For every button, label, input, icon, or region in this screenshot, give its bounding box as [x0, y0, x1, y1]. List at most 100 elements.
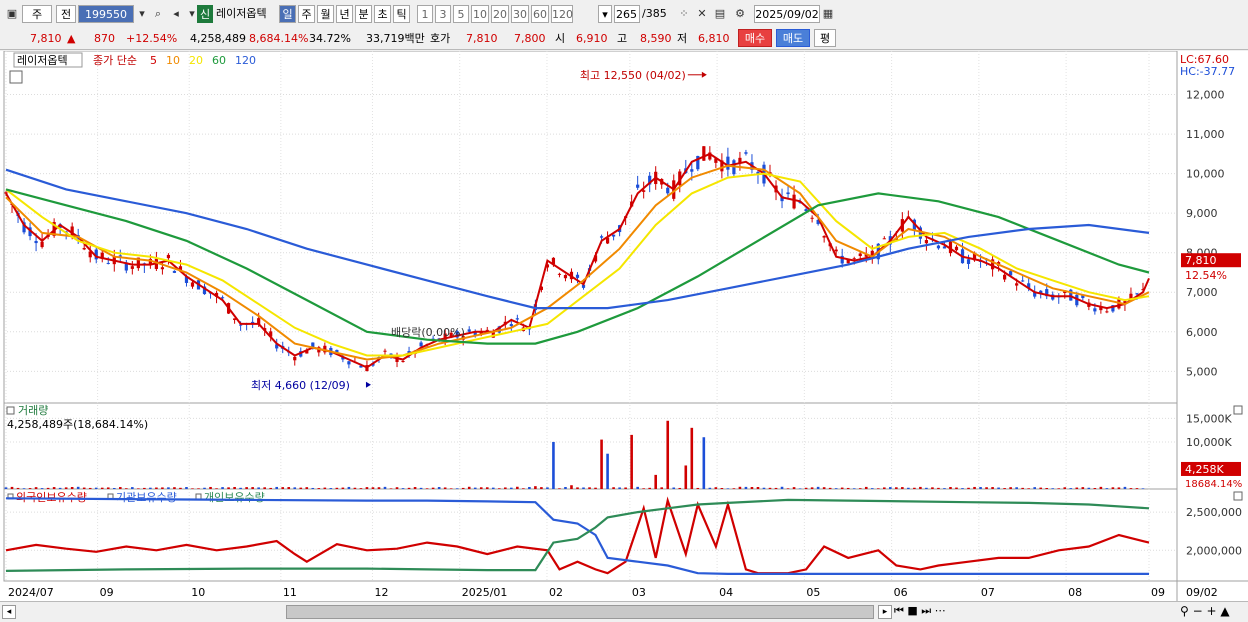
- candle-body: [166, 254, 171, 259]
- interval-0[interactable]: 1: [417, 5, 433, 23]
- prev-button[interactable]: 전: [56, 5, 76, 23]
- volume-bar: [1141, 488, 1145, 489]
- candle-body: [160, 267, 165, 270]
- period-6[interactable]: 틱: [393, 5, 410, 23]
- scroll-left-icon[interactable]: ◂: [2, 605, 16, 619]
- sound-icon[interactable]: ◂: [168, 5, 184, 23]
- volume-bar: [299, 487, 303, 489]
- cross-icon[interactable]: ✕: [694, 5, 710, 23]
- volume-bar: [582, 487, 585, 489]
- volume-bar: [870, 488, 874, 489]
- candle-body: [1105, 311, 1109, 313]
- candle-body: [792, 194, 796, 209]
- volume-bar: [985, 487, 988, 489]
- horizontal-scrollbar[interactable]: ◂ ▸ ⏮ ■ ⏭ ⋯ ⚲ − + ▲: [0, 601, 1248, 622]
- change-value: 870: [94, 32, 115, 45]
- interval-4[interactable]: 20: [491, 5, 509, 23]
- period-2[interactable]: 월: [317, 5, 334, 23]
- interval-7[interactable]: 120: [551, 5, 573, 23]
- scroll-right-icon[interactable]: ▸: [878, 605, 892, 619]
- count-input[interactable]: 265: [614, 5, 640, 23]
- window-icon[interactable]: ▣: [4, 5, 20, 23]
- market-select[interactable]: 주: [22, 5, 52, 23]
- calendar-icon[interactable]: ▦: [820, 5, 836, 23]
- volume-bar: [636, 486, 639, 489]
- volume-bar: [961, 488, 964, 489]
- candle-body: [636, 184, 640, 188]
- volume-bar: [167, 487, 170, 489]
- period-5[interactable]: 초: [374, 5, 391, 23]
- price-tick-label: 9,000: [1186, 207, 1218, 220]
- volume-bar: [558, 488, 561, 489]
- grid-icon[interactable]: ⁘: [676, 5, 692, 23]
- x-tick-label: 10: [191, 586, 205, 599]
- low-label: 저: [677, 32, 688, 45]
- volume-bar: [1117, 487, 1121, 489]
- chart-options-icon[interactable]: [9, 70, 23, 84]
- interval-1[interactable]: 3: [435, 5, 451, 23]
- ma-period-10: 10: [166, 54, 180, 67]
- period-4[interactable]: 분: [355, 5, 372, 23]
- interval-6[interactable]: 60: [531, 5, 549, 23]
- chevron-down-icon[interactable]: ▾: [134, 5, 150, 23]
- volume: 4,258,489: [190, 32, 246, 45]
- interval-2[interactable]: 5: [453, 5, 469, 23]
- volume-bar: [251, 487, 254, 489]
- sell-button[interactable]: 매도: [776, 29, 810, 47]
- volume-bar: [858, 488, 862, 489]
- candle-body: [172, 270, 177, 273]
- volume-bar: [1039, 487, 1043, 489]
- scroll-thumb[interactable]: [286, 605, 874, 619]
- volume-bar: [1093, 488, 1097, 489]
- candle-body: [347, 361, 351, 365]
- candle-body: [40, 241, 44, 248]
- volume-bar: [726, 488, 730, 489]
- save-icon[interactable]: ▤: [712, 5, 728, 23]
- volume-bar: [407, 487, 411, 489]
- date-input[interactable]: 2025/09/02: [754, 5, 820, 23]
- volume-bar: [88, 487, 92, 489]
- volume-bar: [395, 487, 399, 489]
- close-icon[interactable]: [1233, 405, 1243, 415]
- zoom-icons[interactable]: ⚲ − + ▲: [1180, 604, 1230, 618]
- volume-bar: [510, 487, 513, 489]
- volume-bar: [1027, 488, 1030, 489]
- volume-bar: [227, 487, 230, 489]
- legend-marker: [195, 493, 202, 500]
- volume-bar: [70, 487, 74, 489]
- up-arrow-icon: ▲: [67, 32, 76, 45]
- buy-button[interactable]: 매수: [738, 29, 772, 47]
- volume-bar: [949, 487, 952, 489]
- chevron-down-icon[interactable]: ▾: [598, 5, 612, 23]
- period-3[interactable]: 년: [336, 5, 353, 23]
- volume-bar: [443, 487, 447, 489]
- volume-bar: [1033, 487, 1036, 489]
- ma-label: 종가 단순: [93, 54, 137, 67]
- open-price: 6,910: [576, 32, 608, 45]
- volume-bar: [28, 488, 32, 489]
- interval-5[interactable]: 30: [511, 5, 529, 23]
- volume-bar: [1069, 488, 1073, 489]
- volume-bar: [931, 487, 934, 489]
- volume-options-icon[interactable]: [6, 406, 15, 415]
- search-icon[interactable]: ⌕: [150, 5, 166, 23]
- interval-3[interactable]: 10: [471, 5, 489, 23]
- panel-frame: [3, 402, 1178, 490]
- period-0[interactable]: 일: [279, 5, 296, 23]
- candle-body: [611, 234, 616, 237]
- gear-icon[interactable]: ⚙: [732, 5, 748, 23]
- ma-period-60: 60: [212, 54, 226, 67]
- volume-bar: [852, 488, 856, 489]
- period-1[interactable]: 주: [298, 5, 315, 23]
- volume-bar: [1063, 487, 1067, 489]
- volume-bar: [810, 487, 814, 489]
- close-icon[interactable]: [1233, 491, 1243, 501]
- high-price: 8,590: [640, 32, 672, 45]
- candle-body: [34, 240, 38, 244]
- volume-bar: [973, 486, 976, 489]
- volume-bar: [281, 487, 285, 489]
- eval-button[interactable]: 평: [814, 29, 836, 47]
- stock-code-input[interactable]: 199550: [78, 5, 134, 23]
- price-tick-label: 11,000: [1186, 128, 1225, 141]
- playback-icons[interactable]: ⏮ ■ ⏭ ⋯: [894, 604, 946, 618]
